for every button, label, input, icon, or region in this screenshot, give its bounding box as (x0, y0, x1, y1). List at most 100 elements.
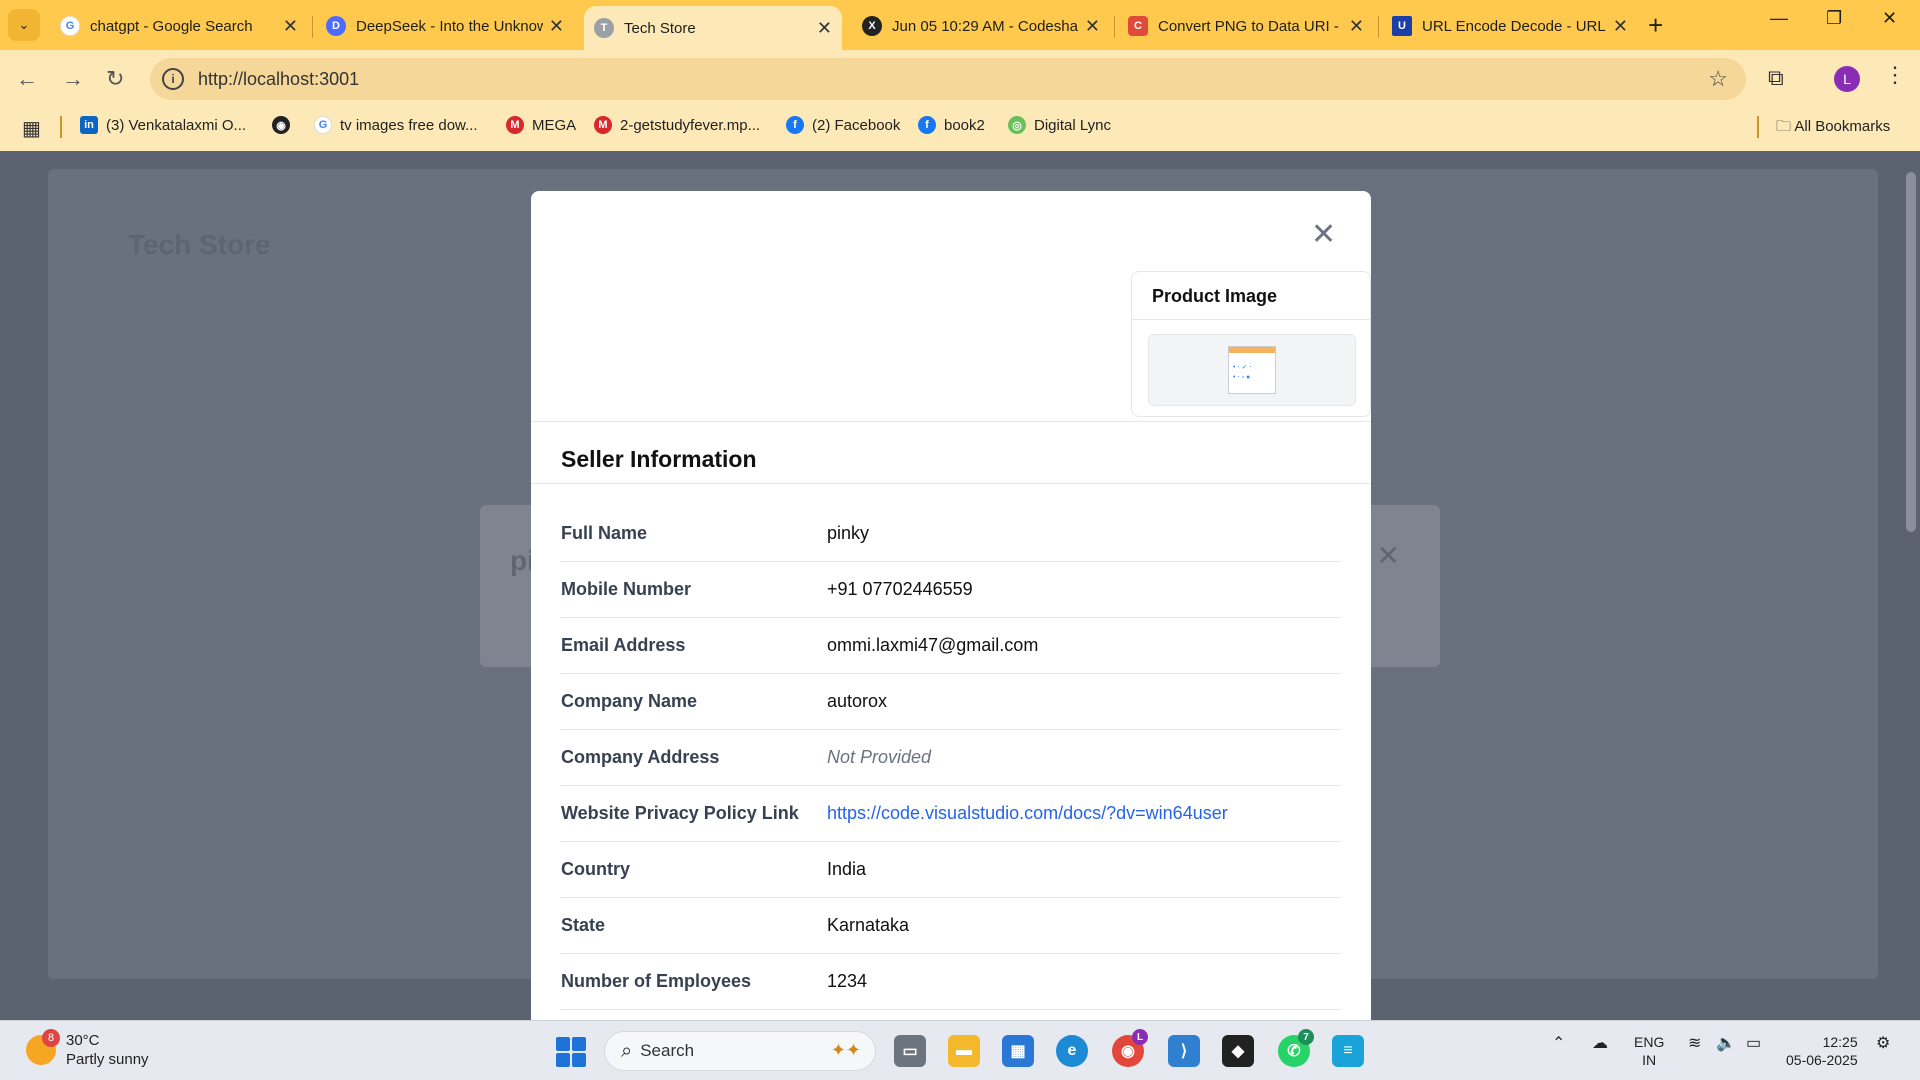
bookmark-star-icon[interactable]: ☆ (1708, 66, 1728, 92)
bookmark-linkedin[interactable]: in (3) Venkatalaxmi O... (80, 116, 246, 134)
site-info-icon[interactable]: i (162, 68, 184, 90)
volume-muted-icon[interactable]: 🔈 (1716, 1033, 1736, 1053)
restore-button[interactable]: ❐ (1826, 8, 1842, 29)
close-icon[interactable]: ✕ (1613, 16, 1628, 37)
apps-grid-icon[interactable]: ▦ (22, 116, 41, 141)
minimize-button[interactable]: — (1770, 8, 1788, 29)
whatsapp-icon[interactable]: ✆ 7 (1278, 1029, 1314, 1067)
seller-row-mobile: Mobile Number +91 07702446559 (561, 562, 1341, 618)
wifi-icon[interactable]: ≋ (1688, 1033, 1701, 1053)
seller-row-country: Country India (561, 842, 1341, 898)
url-text[interactable]: http://localhost:3001 (198, 69, 359, 90)
seller-row-employees: Number of Employees 1234 (561, 954, 1341, 1010)
close-icon: ✕ (1376, 540, 1400, 571)
close-icon[interactable]: ✕ (1349, 16, 1364, 37)
file-explorer-icon[interactable]: ▬ (948, 1035, 980, 1067)
reload-button[interactable]: ↻ (106, 66, 124, 92)
notifications-icon[interactable]: ⚙ (1876, 1033, 1890, 1053)
field-value: +91 07702446559 (827, 579, 973, 599)
field-value: 1234 (827, 971, 868, 991)
forward-button[interactable]: → (62, 66, 84, 92)
language-indicator[interactable]: ENG IN (1634, 1033, 1664, 1069)
weather-badge: 8 (42, 1029, 60, 1047)
close-icon[interactable]: ✕ (1311, 217, 1336, 252)
codeshare-icon: X (862, 16, 882, 36)
mega-icon: M (594, 116, 612, 134)
notepad-icon[interactable]: ≡ (1332, 1035, 1364, 1067)
seller-row-company-address: Company Address Not Provided (561, 730, 1341, 786)
globe-icon: ◉ (272, 116, 290, 134)
field-label: Email Address (561, 635, 686, 655)
tab-deepseek[interactable]: D DeepSeek - Into the Unknown ✕ (316, 6, 574, 46)
close-icon[interactable]: ✕ (283, 16, 298, 37)
back-button[interactable]: ← (16, 66, 38, 92)
mega-icon: M (506, 116, 524, 134)
seller-details-modal: ✕ Product Image • ⋅ ✓ ⋅ • ⋅ ▫ ● Seller In… (531, 191, 1371, 1020)
field-label: Country (561, 859, 630, 879)
edge-icon[interactable]: e (1056, 1035, 1088, 1067)
field-label: Number of Employees (561, 971, 752, 991)
tab-png-data-uri[interactable]: C Convert PNG to Data URI - ✕ (1118, 6, 1374, 46)
tab-strip: ⌄ G chatgpt - Google Search ✕ D DeepSeek… (0, 0, 1920, 50)
tab-search-button[interactable]: ⌄ (8, 9, 40, 41)
scrollbar-thumb[interactable] (1906, 172, 1916, 532)
bookmark-globe[interactable]: ◉ (272, 116, 298, 134)
microsoft-store-icon[interactable]: ▦ (1002, 1035, 1034, 1067)
weather-widget[interactable]: 8 30°C Partly sunny (26, 1029, 149, 1069)
field-label: Company Name (561, 691, 698, 711)
region-code: IN (1642, 1052, 1657, 1068)
cursor-app-icon[interactable]: ◆ (1222, 1035, 1254, 1067)
seller-details-list: Full Name pinky Mobile Number +91 077024… (561, 506, 1341, 1010)
google-icon: G (314, 116, 332, 134)
privacy-policy-link[interactable]: https://code.visualstudio.com/docs/?dv=w… (827, 803, 1228, 824)
vscode-icon[interactable]: ⟩ (1168, 1035, 1200, 1067)
onedrive-icon[interactable]: ☁ (1592, 1033, 1608, 1053)
linkedin-icon: in (80, 116, 98, 134)
profile-avatar[interactable]: L (1834, 66, 1860, 92)
tab-label: Convert PNG to Data URI - (1158, 17, 1339, 35)
seller-row-full-name: Full Name pinky (561, 506, 1341, 562)
product-image-thumbnail[interactable]: • ⋅ ✓ ⋅ • ⋅ ▫ ● (1148, 334, 1356, 406)
address-bar[interactable]: i http://localhost:3001 ☆ (150, 58, 1746, 100)
facebook-icon: f (786, 116, 804, 134)
close-icon[interactable]: ✕ (549, 16, 564, 37)
bookmark-book2[interactable]: f book2 (918, 116, 985, 134)
tab-codeshare[interactable]: X Jun 05 10:29 AM - Codeshare ✕ (852, 6, 1110, 46)
taskbar-search[interactable]: ⌕ Search ✦✦ (604, 1031, 876, 1071)
url-encode-icon: U (1392, 16, 1412, 36)
browser-menu-icon[interactable]: ⋮ (1884, 62, 1906, 88)
product-image-card: Product Image • ⋅ ✓ ⋅ • ⋅ ▫ ● (1131, 271, 1371, 417)
close-icon[interactable]: ✕ (817, 18, 832, 39)
bookmark-tv-images[interactable]: G tv images free dow... (314, 116, 478, 134)
seller-row-company-name: Company Name autorox (561, 674, 1341, 730)
tab-label: Jun 05 10:29 AM - Codeshare (892, 17, 1079, 35)
bookmark-mega[interactable]: M MEGA (506, 116, 576, 134)
tab-tech-store[interactable]: T Tech Store ✕ (584, 6, 842, 50)
windows-start-icon[interactable] (556, 1037, 586, 1067)
tab-label: chatgpt - Google Search (90, 17, 253, 35)
new-tab-button[interactable]: + (1648, 10, 1663, 41)
browser-chrome: ⌄ G chatgpt - Google Search ✕ D DeepSeek… (0, 0, 1920, 151)
tab-google-search[interactable]: G chatgpt - Google Search ✕ (50, 6, 308, 46)
battery-icon[interactable]: ▭ (1746, 1033, 1761, 1053)
digital-lync-icon: ◎ (1008, 116, 1026, 134)
chrome-icon[interactable]: ◉ L (1112, 1029, 1148, 1067)
lang-code: ENG (1634, 1034, 1665, 1050)
bookmark-getstudyfever[interactable]: M 2-getstudyfever.mp... (594, 116, 760, 134)
field-value: autorox (827, 691, 888, 711)
bookmark-facebook[interactable]: f (2) Facebook (786, 116, 900, 134)
tab-url-encode[interactable]: U URL Encode Decode - URL ✕ (1382, 6, 1638, 46)
google-icon: G (60, 16, 80, 36)
field-label: Mobile Number (561, 579, 692, 599)
task-view-icon[interactable]: ▭ (894, 1035, 926, 1067)
window-close-button[interactable]: ✕ (1882, 8, 1897, 29)
system-clock[interactable]: 12:25 05-06-2025 (1786, 1033, 1858, 1069)
all-bookmarks-button[interactable]: 🗀 All Bookmarks (1776, 116, 1890, 141)
chrome-profile-badge: L (1132, 1029, 1148, 1045)
chevron-up-icon[interactable]: ⌃ (1552, 1033, 1565, 1053)
extensions-icon[interactable]: ⧉ (1768, 65, 1784, 91)
close-icon[interactable]: ✕ (1085, 16, 1100, 37)
bookmark-digital-lync[interactable]: ◎ Digital Lync (1008, 116, 1111, 134)
clock-time: 12:25 (1822, 1034, 1858, 1050)
field-value: India (827, 859, 867, 879)
